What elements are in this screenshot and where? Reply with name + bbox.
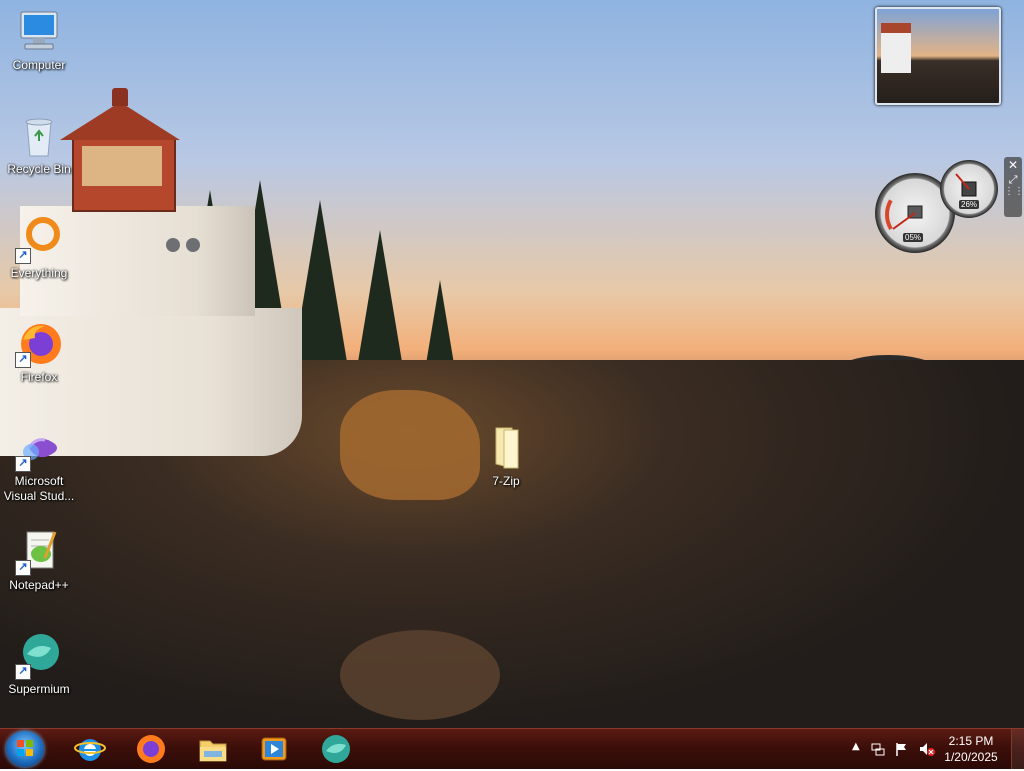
desktop-icon-label: 7-Zip <box>492 474 520 488</box>
clock-date: 1/20/2025 <box>944 750 998 764</box>
desktop-icon-supermium[interactable]: ↗ Supermium <box>1 632 77 697</box>
desktop-icon-label: Recycle Bin <box>7 162 71 176</box>
desktop-icon-label: Everything <box>10 266 68 280</box>
memory-usage-value: 26% <box>959 200 980 209</box>
gadget-controls: ✕ ⤢ ⋮⋮ <box>1004 157 1024 217</box>
desktop-icon-label: Computer <box>12 58 66 72</box>
cpu-usage-value: 05% <box>903 233 924 242</box>
slideshow-thumbnail <box>881 23 911 73</box>
desktop-icon-label: Microsoft Visual Stud... <box>3 474 75 503</box>
desktop-icon-computer[interactable]: Computer <box>1 8 77 73</box>
shortcut-arrow-icon: ↗ <box>15 248 31 264</box>
desktop-icon-label: Supermium <box>8 682 70 696</box>
shortcut-arrow-icon: ↗ <box>15 560 31 576</box>
taskbar-media-player[interactable] <box>254 731 294 767</box>
memory-gauge[interactable]: 26% <box>940 160 998 218</box>
clock[interactable]: 2:15 PM 1/20/2025 <box>936 733 1006 765</box>
desktop-icon-visual-studio[interactable]: ↗ Microsoft Visual Stud... <box>1 424 77 504</box>
slideshow-gadget[interactable] <box>875 7 1001 105</box>
desktop-wallpaper[interactable]: Computer Recycle Bin ↗ Everything ↗ Fire… <box>0 0 1024 728</box>
wallpaper-rock <box>340 630 500 720</box>
internet-explorer-icon <box>74 739 106 761</box>
memory-chip-icon <box>955 173 977 197</box>
resize-gadget-icon[interactable]: ⤢ <box>1004 173 1022 187</box>
taskbar: ▲ 2:15 PM 1/20/2025 <box>0 728 1024 769</box>
taskbar-firefox[interactable] <box>131 731 171 767</box>
shortcut-arrow-icon: ↗ <box>15 664 31 680</box>
folder-icon <box>482 424 530 472</box>
supermium-icon: ↗ <box>15 632 63 680</box>
desktop-icon-notepad-plus-plus[interactable]: ↗ Notepad++ <box>1 528 77 593</box>
shortcut-arrow-icon: ↗ <box>15 352 31 368</box>
wallpaper-rock <box>340 390 480 500</box>
system-tray: ▲ 2:15 PM 1/20/2025 <box>844 729 1024 769</box>
drag-handle-icon[interactable]: ⋮⋮ <box>1004 187 1024 197</box>
computer-icon <box>15 8 63 56</box>
show-hidden-icons-icon[interactable]: ▲ <box>852 741 860 752</box>
show-desktop-button[interactable] <box>1011 729 1024 769</box>
media-player-icon <box>261 737 287 761</box>
action-center-flag-icon[interactable] <box>894 741 910 757</box>
network-icon[interactable] <box>870 741 886 757</box>
clock-time: 2:15 PM <box>948 734 994 748</box>
desktop-icon-label: Notepad++ <box>9 578 69 592</box>
desktop-icon-firefox[interactable]: ↗ Firefox <box>1 320 77 385</box>
supermium-icon <box>322 735 350 763</box>
desktop-icon-everything[interactable]: ↗ Everything <box>1 216 77 281</box>
taskbar-internet-explorer[interactable] <box>70 731 110 767</box>
firefox-icon: ↗ <box>15 320 63 368</box>
desktop-icon-recycle-bin[interactable]: Recycle Bin <box>1 112 77 177</box>
recycle-bin-icon <box>15 112 63 160</box>
taskbar-supermium[interactable] <box>316 731 356 767</box>
volume-muted-icon[interactable] <box>918 741 936 757</box>
taskbar-file-explorer[interactable] <box>193 731 233 767</box>
desktop-icon-7zip-folder[interactable]: 7-Zip <box>468 424 544 489</box>
visual-studio-icon: ↗ <box>15 424 63 472</box>
windows-logo-icon <box>17 740 33 756</box>
notepad-plus-plus-icon: ↗ <box>15 528 63 576</box>
start-button[interactable] <box>6 731 44 767</box>
firefox-icon <box>137 735 165 763</box>
desktop-icon-label: Firefox <box>20 370 58 384</box>
everything-icon: ↗ <box>15 216 63 264</box>
file-explorer-icon <box>199 740 227 762</box>
shortcut-arrow-icon: ↗ <box>15 456 31 472</box>
close-gadget-icon[interactable]: ✕ <box>1004 157 1022 173</box>
